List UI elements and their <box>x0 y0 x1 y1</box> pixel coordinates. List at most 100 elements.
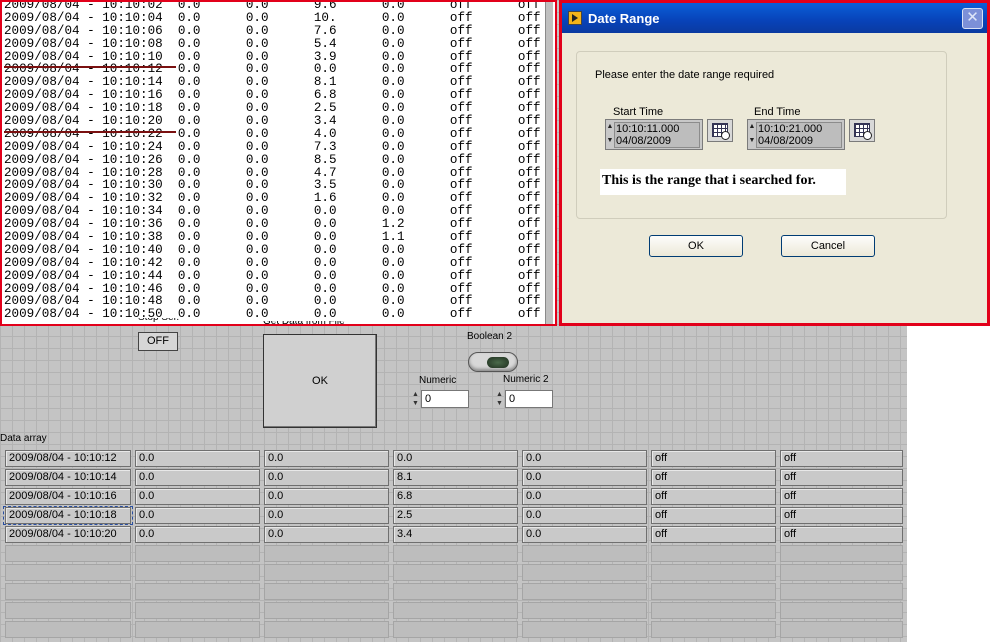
start-time-control[interactable]: ▲ ▼ 10:10:11.000 04/08/2009 <box>605 119 703 150</box>
array-cell[interactable]: 0.0 <box>522 450 647 467</box>
array-cell[interactable]: 0.0 <box>264 507 389 524</box>
table-row: 2009/08/04 - 10:10:18 0.0 0.0 2.5 0.0 off off <box>3 506 907 525</box>
array-cell[interactable]: 3.4 <box>393 526 518 543</box>
array-cell-empty[interactable] <box>651 545 776 562</box>
array-cell[interactable]: 8.1 <box>393 469 518 486</box>
numeric2-input[interactable]: 0 <box>505 390 553 408</box>
array-cell-empty[interactable] <box>5 583 131 600</box>
log-text-window[interactable]: 2009/08/04 - 10:10:02 0.0 0.0 9.6 0.0 of… <box>0 0 557 326</box>
array-cell-empty[interactable] <box>264 564 389 581</box>
array-cell-empty[interactable] <box>780 583 903 600</box>
array-cell-empty[interactable] <box>651 583 776 600</box>
ok-button[interactable]: OK <box>649 235 743 257</box>
array-cell[interactable]: 0.0 <box>135 526 260 543</box>
array-cell[interactable]: 2009/08/04 - 10:10:18 <box>5 507 131 524</box>
array-cell[interactable]: off <box>651 526 776 543</box>
cancel-button[interactable]: Cancel <box>781 235 875 257</box>
array-cell-empty[interactable] <box>393 564 518 581</box>
array-cell-empty[interactable] <box>135 602 260 619</box>
array-cell-empty[interactable] <box>5 564 131 581</box>
array-cell[interactable]: 0.0 <box>135 450 260 467</box>
array-cell[interactable]: 2009/08/04 - 10:10:12 <box>5 450 131 467</box>
array-cell[interactable]: off <box>780 507 903 524</box>
array-cell-empty[interactable] <box>780 621 903 638</box>
close-icon[interactable]: ✕ <box>962 8 983 29</box>
array-cell[interactable]: off <box>651 450 776 467</box>
array-cell-empty[interactable] <box>651 564 776 581</box>
array-cell[interactable]: 2009/08/04 - 10:10:14 <box>5 469 131 486</box>
array-cell-empty[interactable] <box>135 545 260 562</box>
array-cell-empty[interactable] <box>5 545 131 562</box>
array-cell[interactable]: 0.0 <box>264 469 389 486</box>
numeric2-spinner-icon[interactable]: ▲ ▼ <box>495 390 504 408</box>
array-cell-empty[interactable] <box>5 621 131 638</box>
array-cell[interactable]: 0.0 <box>264 526 389 543</box>
table-row-empty <box>3 544 907 563</box>
array-cell[interactable]: 2009/08/04 - 10:10:16 <box>5 488 131 505</box>
end-calendar-button[interactable] <box>849 119 875 142</box>
array-cell[interactable]: 0.0 <box>135 488 260 505</box>
array-cell[interactable]: 0.0 <box>522 488 647 505</box>
array-cell-empty[interactable] <box>264 583 389 600</box>
log-line: 2009/08/04 - 10:10:44 0.0 0.0 0.0 0.0 of… <box>4 268 541 283</box>
array-cell[interactable]: off <box>651 469 776 486</box>
array-cell-empty[interactable] <box>5 602 131 619</box>
array-cell[interactable]: 0.0 <box>135 507 260 524</box>
array-cell-empty[interactable] <box>522 583 647 600</box>
array-cell-empty[interactable] <box>780 602 903 619</box>
start-time-spinner-icon[interactable]: ▲ ▼ <box>606 120 614 149</box>
array-cell[interactable]: 0.0 <box>264 450 389 467</box>
array-cell[interactable]: off <box>651 488 776 505</box>
log-line: 2009/08/04 - 10:10:38 0.0 0.0 0.0 1.1 of… <box>4 230 541 245</box>
table-row: 2009/08/04 - 10:10:12 0.0 0.0 0.0 0.0 off off <box>3 449 907 468</box>
log-scrollbar[interactable] <box>545 2 553 324</box>
array-cell-empty[interactable] <box>780 564 903 581</box>
array-cell[interactable]: off <box>780 526 903 543</box>
array-cell[interactable]: 0.0 <box>135 469 260 486</box>
array-cell-empty[interactable] <box>393 545 518 562</box>
array-cell[interactable]: 6.8 <box>393 488 518 505</box>
array-cell[interactable]: 0.0 <box>393 450 518 467</box>
array-cell-empty[interactable] <box>522 621 647 638</box>
array-cell-empty[interactable] <box>522 545 647 562</box>
start-calendar-button[interactable] <box>707 119 733 142</box>
numeric-input[interactable]: 0 <box>421 390 469 408</box>
array-cell-empty[interactable] <box>651 602 776 619</box>
start-time-field[interactable]: 10:10:11.000 04/08/2009 <box>614 122 700 148</box>
numeric-control[interactable]: ▲ ▼ 0 <box>411 390 469 408</box>
array-cell-empty[interactable] <box>393 621 518 638</box>
array-cell-empty[interactable] <box>522 602 647 619</box>
end-date-value: 04/08/2009 <box>758 135 814 147</box>
array-cell-empty[interactable] <box>135 621 260 638</box>
array-cell-empty[interactable] <box>780 545 903 562</box>
array-cell[interactable]: 0.0 <box>264 488 389 505</box>
array-cell-empty[interactable] <box>264 621 389 638</box>
array-cell-empty[interactable] <box>135 583 260 600</box>
array-cell[interactable]: 0.0 <box>522 469 647 486</box>
array-cell[interactable]: 2009/08/04 - 10:10:20 <box>5 526 131 543</box>
array-cell[interactable]: off <box>780 469 903 486</box>
array-cell[interactable]: 0.0 <box>522 526 647 543</box>
dialog-titlebar[interactable]: Date Range ✕ <box>562 3 987 33</box>
array-cell-empty[interactable] <box>522 564 647 581</box>
log-line: 2009/08/04 - 10:10:42 0.0 0.0 0.0 0.0 of… <box>4 255 541 270</box>
array-cell[interactable]: off <box>651 507 776 524</box>
get-data-button[interactable]: OK <box>263 334 377 428</box>
array-cell-empty[interactable] <box>393 602 518 619</box>
end-time-spinner-icon[interactable]: ▲ ▼ <box>748 120 756 149</box>
array-cell[interactable]: 0.0 <box>522 507 647 524</box>
numeric2-control[interactable]: ▲ ▼ 0 <box>495 390 553 408</box>
stop-button[interactable]: OFF <box>138 332 178 351</box>
end-time-control[interactable]: ▲ ▼ 10:10:21.000 04/08/2009 <box>747 119 845 150</box>
array-cell[interactable]: off <box>780 450 903 467</box>
array-cell[interactable]: off <box>780 488 903 505</box>
array-cell-empty[interactable] <box>393 583 518 600</box>
end-time-field[interactable]: 10:10:21.000 04/08/2009 <box>756 122 842 148</box>
array-cell[interactable]: 2.5 <box>393 507 518 524</box>
get-data-label: Get Data from File <box>263 321 345 327</box>
array-cell-empty[interactable] <box>135 564 260 581</box>
array-cell-empty[interactable] <box>264 545 389 562</box>
array-cell-empty[interactable] <box>264 602 389 619</box>
numeric-spinner-icon[interactable]: ▲ ▼ <box>411 390 420 408</box>
array-cell-empty[interactable] <box>651 621 776 638</box>
